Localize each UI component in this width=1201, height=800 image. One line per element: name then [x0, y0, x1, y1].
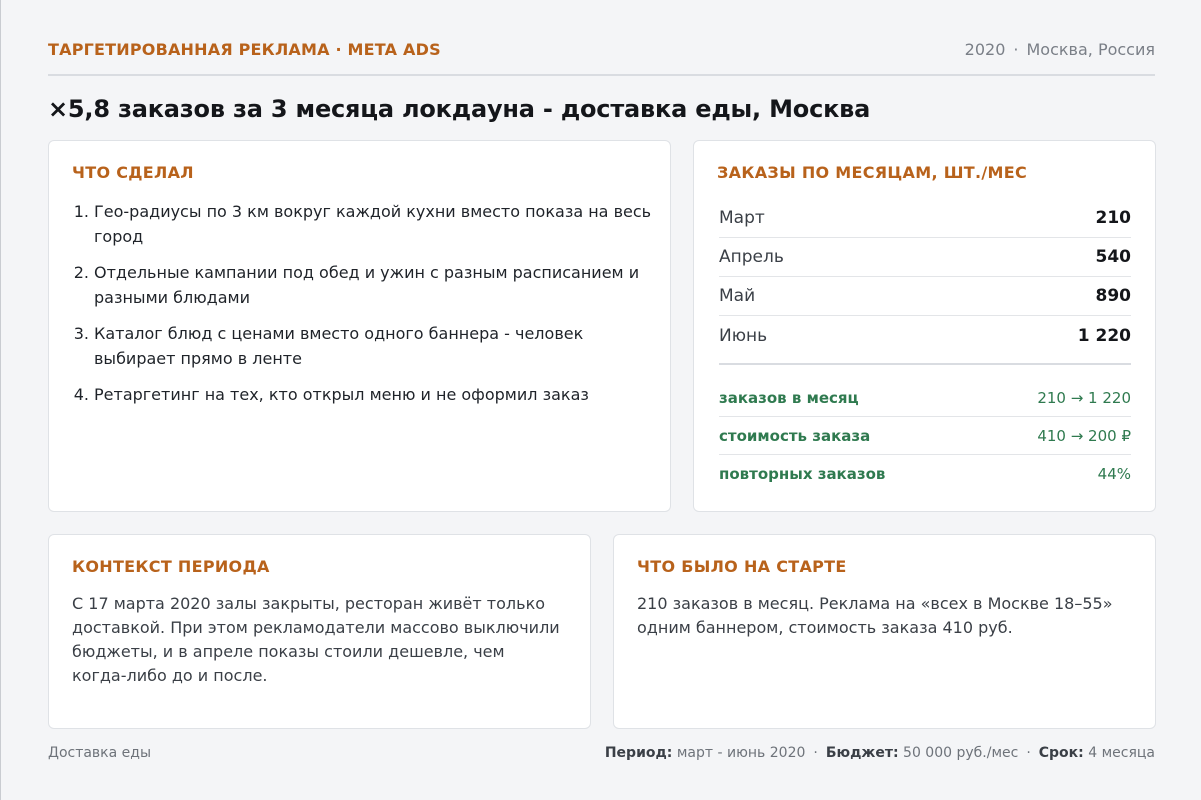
list-item: 3. Каталог блюд с ценами вместо одного б… [72, 321, 652, 371]
month-value: 540 [1095, 247, 1132, 267]
footer-details: Период: март - июнь 2020 · Бюджет: 50 000 … [605, 743, 1155, 763]
context-card-title: КОНТЕКСТ ПЕРИОДА [72, 557, 270, 576]
table-row: Апрель 540 [719, 238, 1131, 277]
start-text: 210 заказов в месяц. Реклама на «всех в … [637, 594, 1113, 637]
list-item-text: Отдельные кампании под обед и ужин с раз… [94, 263, 640, 307]
header-bar: ТАРГЕТИРОВАННАЯ РЕКЛАМА · META ADS 2020 ·… [48, 36, 1155, 76]
header-year: 2020 [964, 40, 1006, 59]
footer-period-label: Период: [604, 745, 673, 761]
done-card: ЧТО СДЕЛАЛ 1. Гео-радиусы по 3 км вокруг… [48, 140, 671, 512]
footer: Доставка еды Период: март - июнь 2020 · Бю… [48, 743, 1155, 763]
footer-budget-label: Бюджет: [825, 745, 899, 761]
context-card: КОНТЕКСТ ПЕРИОДА С 17 марта 2020 залы за… [48, 534, 591, 729]
kpi-label: повторных заказов [719, 465, 886, 483]
done-list: 1. Гео-радиусы по 3 км вокруг каждой кух… [72, 199, 652, 418]
list-item: 2. Отдельные кампании под обед и ужин с … [72, 260, 652, 310]
list-item-text: Ретаргетинг на тех, кто открыл меню и не… [94, 385, 589, 404]
list-item-number: 4. [73, 385, 89, 404]
footer-period-value: март - июнь 2020 [676, 745, 806, 761]
list-item-number: 3. [73, 324, 89, 343]
orders-card: ЗАКАЗЫ ПО МЕСЯЦАМ, ШТ./МЕС Март 210 Апре… [693, 140, 1156, 512]
month-value: 1 220 [1077, 325, 1131, 346]
table-row: Май 890 [719, 277, 1131, 316]
months-table: Март 210 Апрель 540 Май 890 Июнь 1 220 [719, 199, 1131, 355]
month-value: 210 [1095, 208, 1132, 228]
kpi-row: повторных заказов 44% [719, 455, 1131, 493]
header-location: Москва, Россия [1026, 40, 1155, 59]
footer-category: Доставка еды [48, 745, 152, 761]
kpi-value: 210 → 1 220 [1037, 388, 1131, 407]
start-card-title: ЧТО БЫЛО НА СТАРТЕ [637, 557, 847, 576]
table-row: Март 210 [719, 199, 1131, 238]
kpi-table: заказов в месяц 210 → 1 220 стоимость за… [719, 379, 1131, 493]
kpi-value: 410 → 200 ₽ [1037, 426, 1131, 445]
month-name: Май [719, 286, 756, 306]
footer-term-value: 4 месяца [1088, 745, 1155, 761]
separator-dot: · [1026, 745, 1031, 761]
header-meta: 2020 · Москва, Россия [965, 36, 1155, 64]
kpi-label: стоимость заказа [719, 426, 871, 445]
context-text: С 17 марта 2020 залы закрыты, ресторан ж… [72, 594, 560, 685]
table-row: Июнь 1 220 [719, 316, 1131, 355]
kpi-row: стоимость заказа 410 → 200 ₽ [719, 417, 1131, 455]
orders-card-title: ЗАКАЗЫ ПО МЕСЯЦАМ, ШТ./МЕС [717, 163, 1027, 182]
list-item: 4. Ретаргетинг на тех, кто открыл меню и… [72, 382, 652, 407]
start-card: ЧТО БЫЛО НА СТАРТЕ 210 заказов в месяц. … [613, 534, 1156, 729]
page: ТАРГЕТИРОВАННАЯ РЕКЛАМА · META ADS 2020 ·… [0, 0, 1201, 800]
list-item-text: Гео-радиусы по 3 км вокруг каждой кухни … [94, 202, 652, 246]
list-item-number: 2. [73, 263, 89, 282]
month-name: Март [719, 208, 765, 228]
month-name: Апрель [719, 247, 784, 267]
list-item-text: Каталог блюд с ценами вместо одного банн… [94, 324, 584, 368]
kpi-label: заказов в месяц [719, 388, 859, 407]
list-item-number: 1. [73, 202, 89, 221]
page-title: ×5,8 заказов за 3 месяца локдауна - дост… [48, 95, 871, 123]
kpi-value: 44% [1097, 465, 1131, 483]
footer-term-label: Срок: [1038, 745, 1084, 761]
divider [719, 363, 1131, 365]
kpi-row: заказов в месяц 210 → 1 220 [719, 379, 1131, 417]
month-value: 890 [1095, 286, 1132, 306]
list-item: 1. Гео-радиусы по 3 км вокруг каждой кух… [72, 199, 652, 249]
footer-budget-value: 50 000 руб./мес [903, 745, 1019, 761]
done-card-title: ЧТО СДЕЛАЛ [72, 163, 194, 182]
separator-dot: · [813, 745, 818, 761]
month-name: Июнь [719, 325, 768, 346]
separator-dot: · [1013, 40, 1019, 59]
header-kicker: ТАРГЕТИРОВАННАЯ РЕКЛАМА · META ADS [48, 40, 441, 59]
